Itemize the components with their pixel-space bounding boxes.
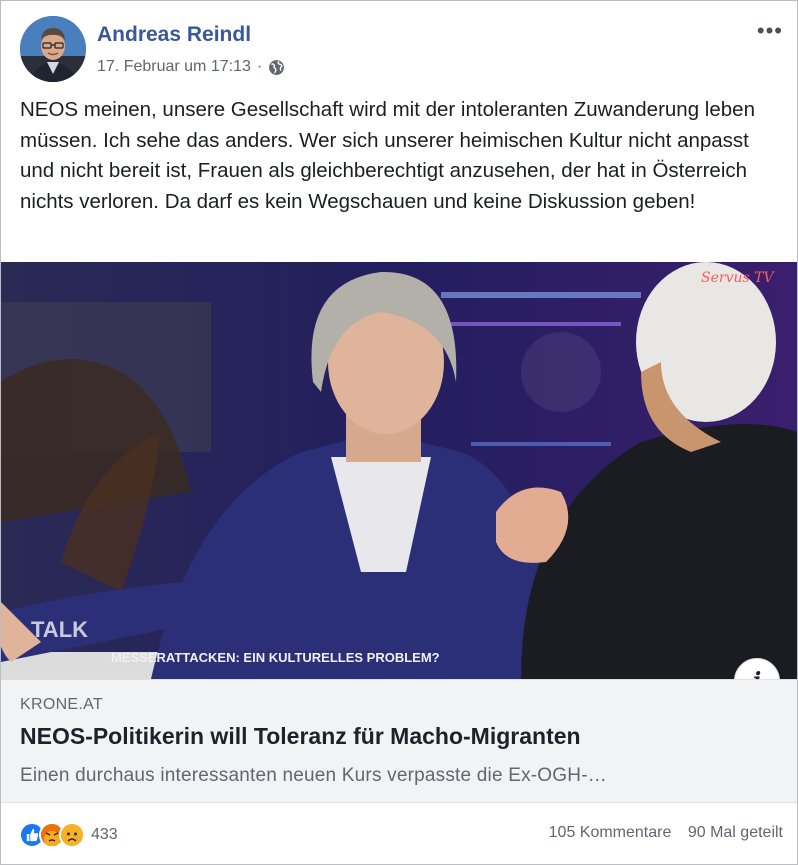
post-text: NEOS meinen, unsere Gesellschaft wird mi… bbox=[20, 98, 755, 213]
comments-count[interactable]: 105 Kommentare bbox=[549, 824, 672, 841]
channel-logo: Servus TV bbox=[701, 270, 775, 286]
post-footer: 433 105 Kommentare 90 Mal geteilt bbox=[1, 802, 797, 864]
author-avatar[interactable] bbox=[20, 16, 86, 82]
link-preview[interactable]: KRONE.AT NEOS-Politikerin will Toleranz … bbox=[1, 679, 797, 803]
globe-icon[interactable] bbox=[268, 59, 285, 76]
author-name[interactable]: Andreas Reindl bbox=[97, 23, 251, 47]
reactions-summary[interactable]: 433 bbox=[19, 822, 118, 848]
video-caption: MESSERATTACKEN: EIN KULTURELLES PROBLEM? bbox=[111, 650, 440, 665]
engagement-stats: 105 Kommentare 90 Mal geteilt bbox=[549, 824, 783, 842]
sad-icon bbox=[59, 822, 85, 848]
show-label: TALK bbox=[31, 617, 88, 642]
post-header: Andreas Reindl 17. Februar um 17:13 · ••… bbox=[1, 1, 797, 89]
facebook-post: Andreas Reindl 17. Februar um 17:13 · ••… bbox=[0, 0, 798, 865]
shares-count[interactable]: 90 Mal geteilt bbox=[688, 824, 783, 841]
post-meta: 17. Februar um 17:13 · bbox=[97, 58, 285, 76]
reaction-count: 433 bbox=[91, 826, 118, 843]
more-options-icon[interactable]: ••• bbox=[757, 20, 783, 42]
link-headline[interactable]: NEOS-Politikerin will Toleranz für Macho… bbox=[20, 723, 581, 750]
post-image[interactable]: Servus TV TALK MESSERATTACKEN: EIN KULTU… bbox=[1, 262, 797, 679]
post-timestamp[interactable]: 17. Februar um 17:13 bbox=[97, 58, 251, 76]
link-description: Einen durchaus interessanten neuen Kurs … bbox=[20, 765, 607, 786]
link-domain: KRONE.AT bbox=[20, 696, 104, 713]
meta-separator: · bbox=[256, 58, 263, 75]
